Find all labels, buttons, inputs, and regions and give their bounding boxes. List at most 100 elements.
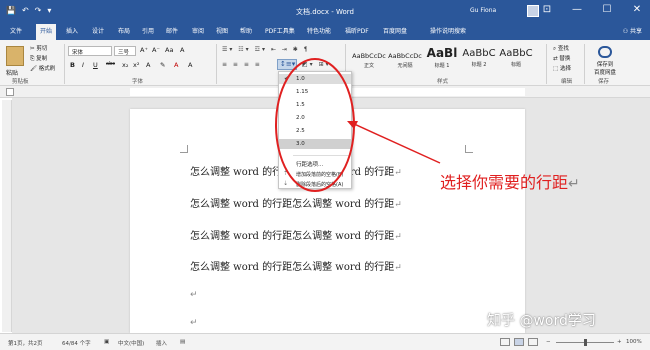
tab-baidu-pan[interactable]: 百度网盘 xyxy=(383,26,407,35)
paste-icon[interactable] xyxy=(6,46,24,66)
proofing-icon[interactable]: ▣ xyxy=(104,339,109,345)
copy-button[interactable]: ⎘ 复制 xyxy=(30,54,47,63)
style-heading-1[interactable]: AaBl 标题 1 xyxy=(424,44,460,76)
shading-border-buttons[interactable]: ◩▾ ⊞▾ xyxy=(302,61,331,68)
line-spacing-options-item[interactable]: 行距选项... xyxy=(279,158,351,168)
clear-format-button[interactable]: A xyxy=(180,46,184,54)
select-button[interactable]: ⬚ 选择 xyxy=(553,64,571,72)
text-effects-button[interactable]: A xyxy=(146,61,150,69)
line-spacing-option[interactable]: ✔ 1.0 xyxy=(279,74,351,84)
zoom-in-icon[interactable]: + xyxy=(617,339,622,345)
style-heading-2[interactable]: AaBbC 标题 2 xyxy=(461,44,497,76)
paragraph-mark-icon: ↵ xyxy=(394,232,402,242)
line-spacing-option[interactable]: 2.5 xyxy=(279,126,351,136)
window-controls: ⊡ — ☐ ✕ xyxy=(540,4,644,15)
line-spacing-option[interactable]: 1.5 xyxy=(279,100,351,110)
grow-font-button[interactable]: A⁺ xyxy=(140,46,148,54)
macro-icon[interactable]: ▤ xyxy=(180,339,185,345)
line-spacing-option[interactable]: 1.15 xyxy=(279,87,351,97)
subscript-button[interactable]: x₂ xyxy=(122,61,128,69)
superscript-button[interactable]: x² xyxy=(133,61,139,69)
tab-references[interactable]: 引用 xyxy=(142,26,154,35)
document-paragraph[interactable]: 怎么调整 word 的行距怎么调整 word 的行距↵ xyxy=(190,227,402,242)
add-space-before-item[interactable]: ⇡ 增加段落前的空格(B) xyxy=(279,169,351,179)
font-color-button[interactable]: A xyxy=(174,61,178,69)
tab-mailings[interactable]: 邮件 xyxy=(166,26,178,35)
zoom-level[interactable]: 100% xyxy=(626,339,642,345)
maximize-icon[interactable]: ☐ xyxy=(600,4,614,15)
page-count[interactable]: 第1页，共2页 xyxy=(8,339,43,347)
tell-me-search[interactable]: 操作说明搜索 xyxy=(430,26,466,35)
close-icon[interactable]: ✕ xyxy=(630,4,644,15)
format-painter-button[interactable]: 🖌 格式刷 xyxy=(30,64,55,72)
highlight-button[interactable]: ✎ xyxy=(160,61,165,69)
web-layout-icon[interactable] xyxy=(528,338,538,346)
minimize-icon[interactable]: — xyxy=(570,4,584,15)
font-size-select[interactable]: 三号 xyxy=(114,46,136,56)
style-name: 正文 xyxy=(363,63,374,69)
user-name[interactable]: Gu Fiona xyxy=(470,7,496,14)
style-normal[interactable]: AaBbCcDc 正文 xyxy=(352,44,386,76)
char-border-button[interactable]: A xyxy=(188,61,192,69)
ribbon-display-icon[interactable]: ⊡ xyxy=(540,4,554,15)
line-spacing-option[interactable]: 3.0 xyxy=(279,139,351,149)
remove-space-after-item[interactable]: ⇣ 删除段落后的空格(A) xyxy=(279,179,351,189)
print-layout-icon[interactable] xyxy=(514,338,524,346)
save-label-line1: 保存到 xyxy=(596,62,614,68)
baidu-pan-icon[interactable] xyxy=(598,46,612,58)
avatar[interactable] xyxy=(527,5,539,17)
underline-button[interactable]: U xyxy=(93,61,98,69)
cut-button[interactable]: ✂ 剪切 xyxy=(30,44,47,52)
change-case-button[interactable]: Aa xyxy=(165,46,173,54)
tab-features[interactable]: 特色功能 xyxy=(307,26,331,35)
line-spacing-option[interactable]: 2.0 xyxy=(279,113,351,123)
tab-review[interactable]: 审阅 xyxy=(192,26,204,35)
tab-home[interactable]: 开始 xyxy=(36,24,57,40)
language[interactable]: 中文(中国) xyxy=(118,339,144,347)
save-label-line2: 百度网盘 xyxy=(593,70,616,76)
tab-layout[interactable]: 布局 xyxy=(118,26,130,35)
paragraph-mark-icon[interactable]: ↵ xyxy=(190,318,198,328)
tab-pdf-tools[interactable]: PDF工具集 xyxy=(265,26,295,35)
tab-view[interactable]: 视图 xyxy=(216,26,228,35)
share-button[interactable]: ⚇ 共享 xyxy=(623,26,642,35)
tab-design[interactable]: 设计 xyxy=(92,26,104,35)
insert-mode[interactable]: 插入 xyxy=(156,339,167,347)
group-divider xyxy=(546,44,547,84)
tab-foxit-pdf[interactable]: 福昕PDF xyxy=(345,26,369,35)
save-to-baidu-button[interactable]: 保存到 百度网盘 xyxy=(590,60,620,76)
style-sample: AaBbC xyxy=(462,48,496,59)
tab-help[interactable]: 帮助 xyxy=(240,26,252,35)
replace-button[interactable]: ⇄ 替换 xyxy=(553,54,570,62)
document-paragraph[interactable]: 怎么调整 word 的行距怎么调整 word 的行距↵ xyxy=(190,195,402,210)
bold-button[interactable]: B xyxy=(70,61,75,69)
strikethrough-button[interactable]: abc xyxy=(106,61,115,67)
vertical-ruler[interactable] xyxy=(2,100,12,332)
style-title[interactable]: AaBbC 标题 xyxy=(498,44,534,76)
option-label: 3.0 xyxy=(296,141,305,147)
style-no-spacing[interactable]: AaBbCcDc 无间隔 xyxy=(388,44,422,76)
paragraph-text: 怎么调整 word 的行距怎么调整 word 的行距 xyxy=(190,262,395,273)
save-group-label: 保存 xyxy=(598,79,610,85)
tab-file[interactable]: 文件 xyxy=(10,26,22,35)
tab-insert[interactable]: 插入 xyxy=(66,26,78,35)
zoom-slider-thumb[interactable] xyxy=(584,339,587,346)
zoom-out-icon[interactable]: − xyxy=(546,339,551,345)
paste-button[interactable]: 粘贴 xyxy=(6,68,18,77)
read-mode-icon[interactable] xyxy=(500,338,510,346)
paragraph-mark-icon: ↵ xyxy=(394,263,402,273)
document-paragraph[interactable]: 怎么调整 word 的行距怎么调整 word 的行距↵ xyxy=(190,258,402,273)
group-divider xyxy=(216,44,217,84)
tab-stop-selector[interactable] xyxy=(6,88,14,96)
paragraph-mark-icon[interactable]: ↵ xyxy=(190,290,198,300)
line-spacing-button[interactable]: ↕≡▾ xyxy=(277,59,297,70)
checkmark-icon: ✔ xyxy=(284,75,290,82)
list-buttons[interactable]: ☰▾ ☷▾ ☲▾ ⇤ ⇥ ✱ ¶ xyxy=(222,46,310,53)
font-name-select[interactable]: 宋体 xyxy=(68,46,112,56)
word-count[interactable]: 64/84 个字 xyxy=(62,339,91,347)
find-button[interactable]: ⌕ 查找 xyxy=(553,44,569,53)
shrink-font-button[interactable]: A⁻ xyxy=(152,46,160,54)
alignment-buttons[interactable]: ≡ ≡ ≡ ≡ xyxy=(222,61,262,68)
italic-button[interactable]: I xyxy=(82,61,84,69)
paragraph-mark-icon: ↵ xyxy=(568,176,580,192)
